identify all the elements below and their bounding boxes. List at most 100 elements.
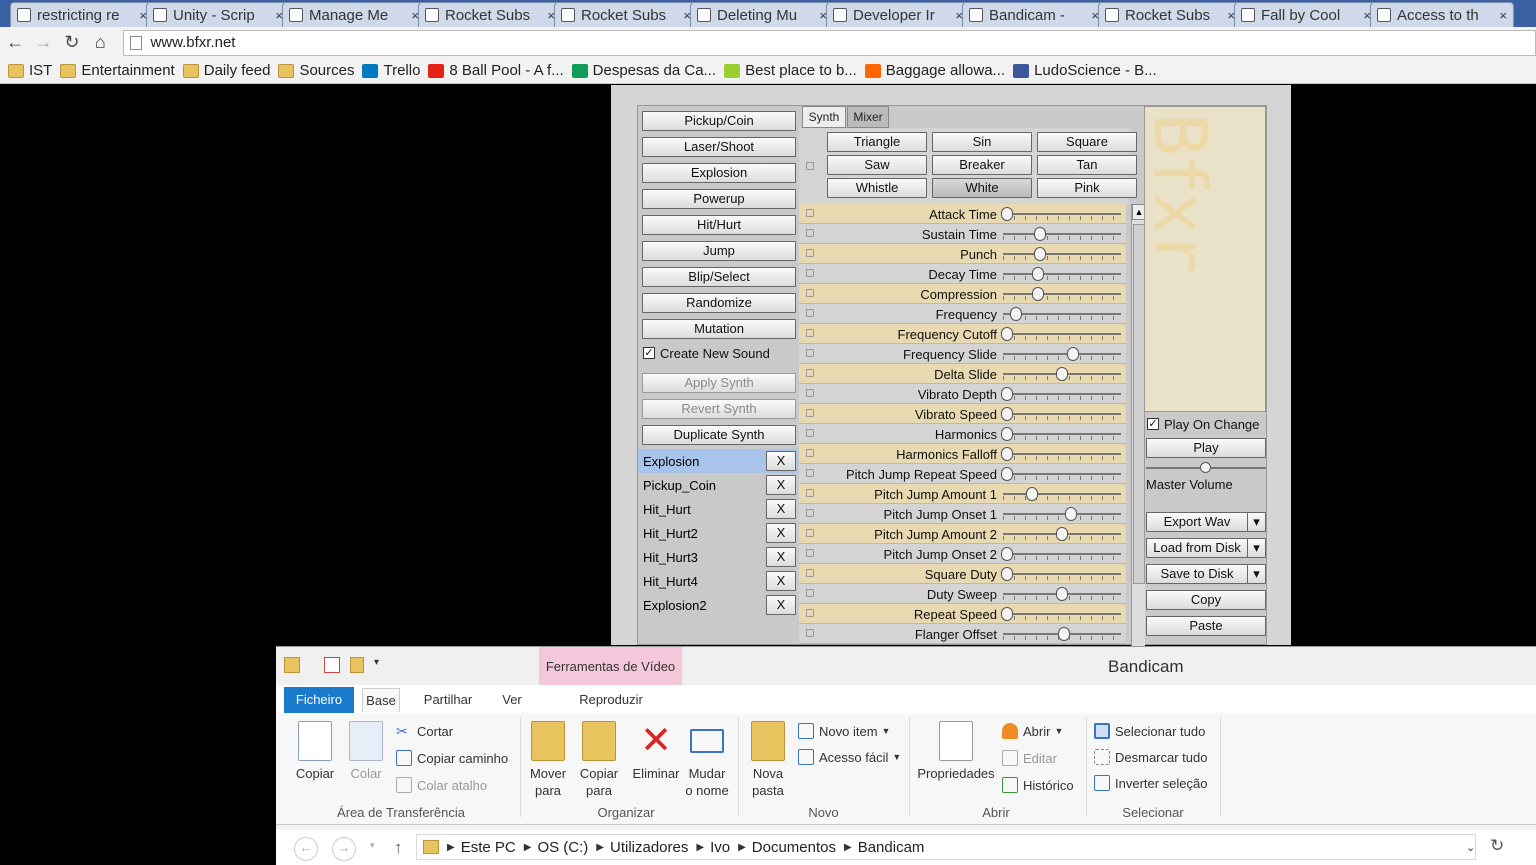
breadcrumb-item[interactable]: Documentos bbox=[752, 839, 836, 856]
param-slider-knob[interactable] bbox=[1067, 347, 1079, 361]
tab-base[interactable]: Base bbox=[362, 688, 400, 712]
new-folder-quick-icon[interactable] bbox=[350, 657, 364, 673]
bookmark-8[interactable]: Baggage allowa... bbox=[864, 62, 1005, 79]
param-slider-track[interactable] bbox=[1003, 473, 1121, 475]
duplicate-synth-button[interactable]: Duplicate Synth bbox=[642, 425, 796, 445]
editar-button[interactable]: Editar bbox=[1002, 750, 1057, 766]
tab-ficheiro[interactable]: Ficheiro bbox=[284, 687, 354, 713]
param-slider-knob[interactable] bbox=[1034, 227, 1046, 241]
param-slider-knob[interactable] bbox=[1001, 467, 1013, 481]
save-to-disk-button[interactable]: Save to Disk bbox=[1146, 564, 1248, 584]
preset-button[interactable]: Explosion bbox=[642, 163, 796, 183]
lock-icon[interactable] bbox=[806, 609, 814, 617]
tab-reproduzir[interactable]: Reproduzir bbox=[566, 688, 656, 712]
cortar-button[interactable]: ✂ Cortar bbox=[396, 723, 453, 739]
browser-tab[interactable]: restricting re × bbox=[10, 2, 154, 27]
param-slider-track[interactable] bbox=[1003, 353, 1121, 355]
waveform-button[interactable]: Sin bbox=[932, 132, 1032, 152]
up-icon[interactable]: ↑ bbox=[394, 838, 403, 858]
copiar-para-button[interactable]: Copiar para bbox=[576, 721, 622, 799]
breadcrumb[interactable]: ▶ Este PC ▶ OS (C:) ▶ Utilizadores ▶ Ivo ▶ Docume… bbox=[416, 834, 1476, 860]
lock-icon[interactable] bbox=[806, 529, 814, 537]
mudar-o-nome-button[interactable]: Mudar o nome bbox=[684, 721, 730, 799]
historico-button[interactable]: Histórico bbox=[1002, 777, 1074, 793]
delete-sound-button[interactable]: X bbox=[766, 523, 796, 543]
forward-icon[interactable]: → bbox=[332, 837, 356, 861]
play-button[interactable]: Play bbox=[1146, 438, 1266, 458]
load-from-disk-button[interactable]: Load from Disk bbox=[1146, 538, 1248, 558]
browser-tab[interactable]: Access to th × bbox=[1370, 2, 1514, 27]
browser-tab[interactable]: Rocket Subs × bbox=[554, 2, 698, 27]
chevron-right-icon[interactable]: ▶ bbox=[596, 842, 604, 853]
waveform-button[interactable]: Whistle bbox=[827, 178, 927, 198]
param-slider-track[interactable] bbox=[1003, 273, 1121, 275]
delete-sound-button[interactable]: X bbox=[766, 595, 796, 615]
lock-icon[interactable] bbox=[806, 469, 814, 477]
param-slider-knob[interactable] bbox=[1001, 567, 1013, 581]
preset-button[interactable]: Hit/Hurt bbox=[642, 215, 796, 235]
lock-icon[interactable] bbox=[806, 349, 814, 357]
lock-icon[interactable] bbox=[806, 629, 814, 637]
lock-icon[interactable] bbox=[806, 309, 814, 317]
waveform-button[interactable]: Pink bbox=[1037, 178, 1137, 198]
bookmark-1[interactable]: Entertainment bbox=[60, 62, 175, 79]
breadcrumb-item[interactable]: Ivo bbox=[710, 839, 730, 856]
param-slider-track[interactable] bbox=[1003, 613, 1121, 615]
nova-pasta-button[interactable]: Nova pasta bbox=[746, 721, 790, 799]
param-slider-track[interactable] bbox=[1003, 493, 1121, 495]
bookmark-3[interactable]: Sources bbox=[278, 62, 354, 79]
inverter-selecao-button[interactable]: Inverter seleção bbox=[1094, 775, 1208, 791]
back-icon[interactable]: ← bbox=[2, 29, 28, 57]
novo-item-button[interactable]: Novo item ▼ bbox=[798, 723, 890, 739]
lock-icon[interactable] bbox=[806, 549, 814, 557]
save-dropdown-icon[interactable]: ▾ bbox=[1247, 564, 1266, 584]
browser-tab[interactable]: Fall by Cool × bbox=[1234, 2, 1378, 27]
param-slider-knob[interactable] bbox=[1001, 407, 1013, 421]
param-slider-knob[interactable] bbox=[1001, 327, 1013, 341]
waveform-button[interactable]: Triangle bbox=[827, 132, 927, 152]
waveform-button[interactable]: Square bbox=[1037, 132, 1137, 152]
preset-button[interactable]: Blip/Select bbox=[642, 267, 796, 287]
param-scrollbar[interactable]: ▲ bbox=[1131, 204, 1146, 646]
delete-sound-button[interactable]: X bbox=[766, 571, 796, 591]
param-slider-knob[interactable] bbox=[1064, 507, 1077, 521]
sound-list-item[interactable]: Explosion X bbox=[638, 449, 798, 473]
sound-list-item[interactable]: Hit_Hurt4 X bbox=[638, 569, 798, 593]
param-slider-track[interactable] bbox=[1003, 513, 1121, 515]
browser-tab[interactable]: Deleting Mu × bbox=[690, 2, 834, 27]
tab-mixer[interactable]: Mixer bbox=[847, 106, 889, 128]
chevron-right-icon[interactable]: ▶ bbox=[696, 842, 704, 853]
play-on-change-checkbox[interactable]: ✓ bbox=[1147, 418, 1159, 430]
copy-button[interactable]: Copy bbox=[1146, 590, 1266, 610]
load-dropdown-icon[interactable]: ▾ bbox=[1247, 538, 1266, 558]
param-slider-track[interactable] bbox=[1003, 253, 1121, 255]
lock-icon[interactable] bbox=[806, 289, 814, 297]
lock-icon[interactable] bbox=[806, 489, 814, 497]
param-slider-knob[interactable] bbox=[1001, 207, 1013, 221]
revert-synth-button[interactable]: Revert Synth bbox=[642, 399, 796, 419]
lock-icon[interactable] bbox=[806, 409, 814, 417]
chevron-right-icon[interactable]: ▶ bbox=[844, 842, 852, 853]
preset-button[interactable]: Laser/Shoot bbox=[642, 137, 796, 157]
eliminar-button[interactable]: ✕ Eliminar bbox=[632, 721, 680, 782]
param-slider-knob[interactable] bbox=[1034, 247, 1046, 261]
lock-icon[interactable] bbox=[806, 269, 814, 277]
delete-sound-button[interactable]: X bbox=[766, 475, 796, 495]
param-slider-track[interactable] bbox=[1003, 453, 1121, 455]
lock-icon[interactable] bbox=[806, 509, 814, 517]
sound-list-item[interactable]: Hit_Hurt2 X bbox=[638, 521, 798, 545]
bookmark-9[interactable]: LudoScience - B... bbox=[1013, 62, 1157, 79]
param-slider-knob[interactable] bbox=[1001, 607, 1013, 621]
bookmark-7[interactable]: Best place to b... bbox=[724, 62, 857, 79]
close-icon[interactable]: × bbox=[1499, 8, 1507, 23]
waveform-button[interactable]: Tan bbox=[1037, 155, 1137, 175]
address-dropdown-icon[interactable]: ⌄ bbox=[1466, 841, 1475, 854]
preset-button[interactable]: Jump bbox=[642, 241, 796, 261]
param-slider-track[interactable] bbox=[1003, 293, 1121, 295]
abrir-button[interactable]: Abrir ▼ bbox=[1002, 723, 1063, 739]
lock-icon[interactable] bbox=[806, 449, 814, 457]
create-new-sound-checkbox[interactable]: ✓ bbox=[643, 347, 655, 359]
preset-button[interactable]: Mutation bbox=[642, 319, 796, 339]
waveform-button[interactable]: Breaker bbox=[932, 155, 1032, 175]
apply-synth-button[interactable]: Apply Synth bbox=[642, 373, 796, 393]
